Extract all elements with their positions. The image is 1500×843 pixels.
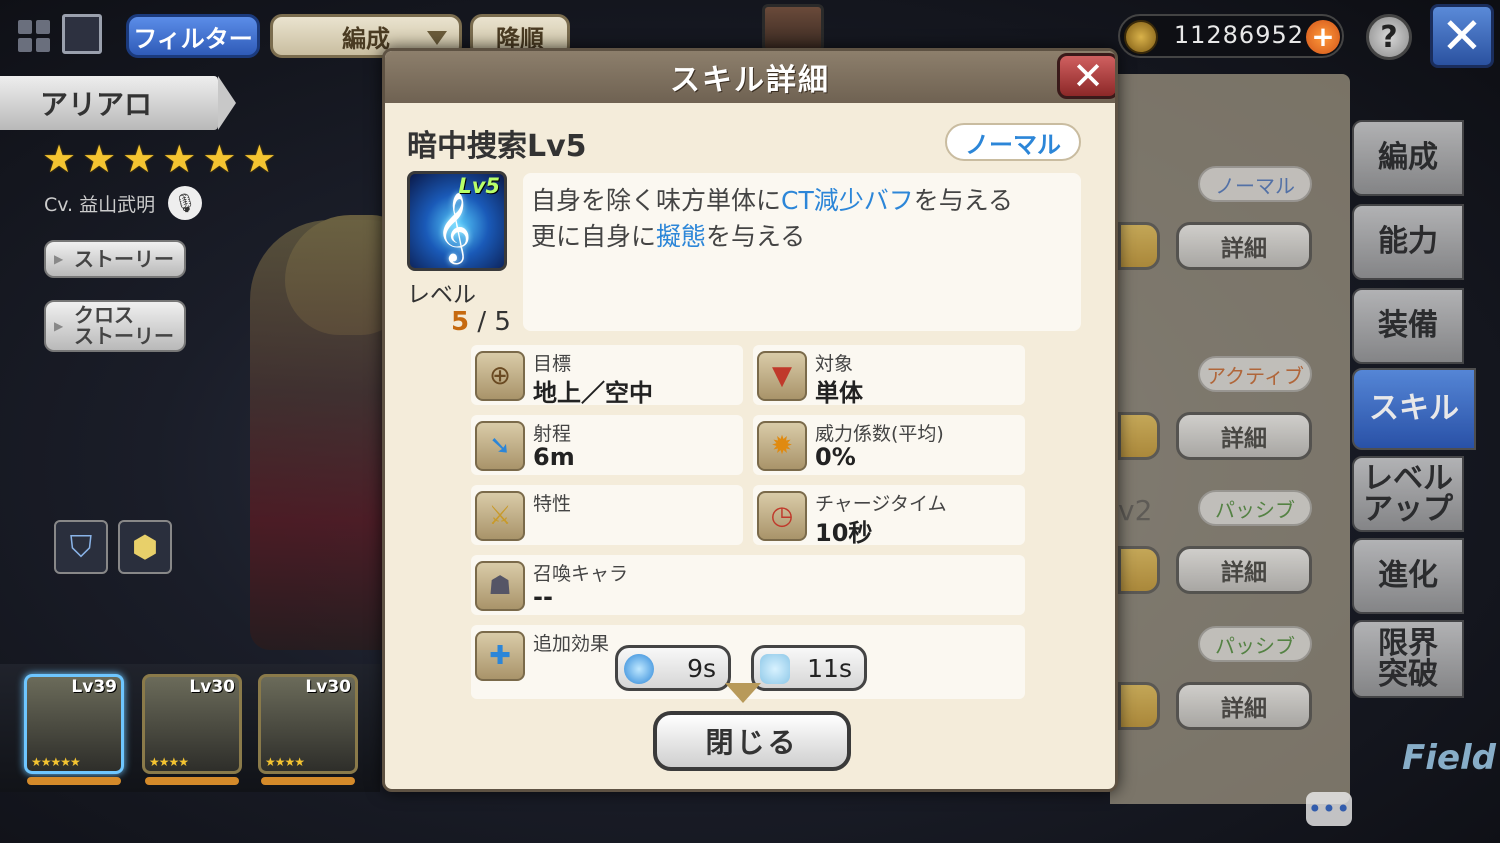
description-keyword: CT減少バフ — [781, 186, 914, 215]
level-current: 5 — [451, 307, 470, 337]
arrow-icon: ➘ — [475, 421, 525, 471]
burst-icon: ✹ — [757, 421, 807, 471]
info-label: 対象 — [815, 353, 854, 375]
close-button[interactable]: 閉じる — [653, 711, 851, 771]
ct-buff-icon — [624, 654, 654, 684]
info-label: 威力係数(平均) — [815, 423, 944, 445]
info-label: 目標 — [533, 353, 572, 375]
description-keyword: 擬態 — [656, 222, 707, 251]
info-label: 追加効果 — [533, 633, 610, 655]
sword-plus-icon: ✚ — [475, 631, 525, 681]
music-note-icon: 𝄞 Lv5 — [407, 171, 507, 271]
skill-type-badge: ノーマル — [945, 123, 1081, 161]
sword-sparkle-icon: ⚔ — [475, 491, 525, 541]
treble-clef-icon: 𝄞 — [436, 192, 472, 262]
summon-info: ☗ 召喚キャラ -- — [471, 555, 1025, 615]
level-max: / 5 — [477, 307, 511, 337]
scroll-down-indicator-icon — [725, 683, 761, 703]
info-value: 0% — [815, 443, 856, 471]
description-text: を与える — [706, 222, 806, 251]
info-label: 射程 — [533, 423, 572, 445]
level-value: 5 / 5 — [451, 307, 511, 337]
clock-icon: ◷ — [757, 491, 807, 541]
description-text: 自身を除く味方単体に — [531, 186, 782, 215]
info-value: -- — [533, 583, 553, 611]
skill-description: 自身を除く味方単体にCT減少バフを与える 更に自身に擬態を与える — [523, 173, 1081, 331]
dialog-close-icon[interactable]: ✕ — [1057, 53, 1115, 99]
power-info: ✹ 威力係数(平均) 0% — [753, 415, 1025, 475]
skill-icon-level: Lv5 — [458, 174, 500, 198]
subject-info: ▼ 対象 単体 — [753, 345, 1025, 407]
info-label: 召喚キャラ — [533, 563, 629, 585]
target-info: ⊕ 目標 地上／空中 — [471, 345, 743, 407]
skill-detail-dialog: スキル詳細 ✕ 暗中捜索Lv5 ノーマル 𝄞 Lv5 レベル 5 / 5 自身を… — [382, 48, 1118, 792]
description-line-2: 更に自身に擬態を与える — [531, 219, 1073, 255]
ct-buff-effect[interactable]: 9s — [615, 645, 731, 691]
trait-info: ⚔ 特性 — [471, 485, 743, 545]
mimicry-icon — [760, 654, 790, 684]
summon-creature-icon: ☗ — [475, 561, 525, 611]
target-marker-icon: ▼ — [757, 351, 807, 401]
range-info: ➘ 射程 6m — [471, 415, 743, 475]
dialog-title: スキル詳細 — [385, 51, 1115, 103]
info-label: チャージタイム — [815, 493, 947, 515]
skill-name: 暗中捜索Lv5 — [407, 129, 587, 164]
description-line-1: 自身を除く味方単体にCT減少バフを与える — [531, 183, 1073, 219]
info-value: 6m — [533, 443, 575, 471]
level-label: レベル — [407, 282, 476, 308]
effect-duration: 9s — [687, 653, 716, 683]
info-value: 10秒 — [815, 519, 873, 547]
charge-time-info: ◷ チャージタイム 10秒 — [753, 485, 1025, 547]
mimicry-effect[interactable]: 11s — [751, 645, 867, 691]
info-value: 単体 — [815, 379, 863, 407]
description-text: を与える — [913, 186, 1014, 215]
info-label: 特性 — [533, 493, 572, 515]
crosshair-icon: ⊕ — [475, 351, 525, 401]
description-text: 更に自身に — [531, 222, 657, 251]
effect-duration: 11s — [807, 653, 852, 683]
info-value: 地上／空中 — [533, 379, 653, 407]
